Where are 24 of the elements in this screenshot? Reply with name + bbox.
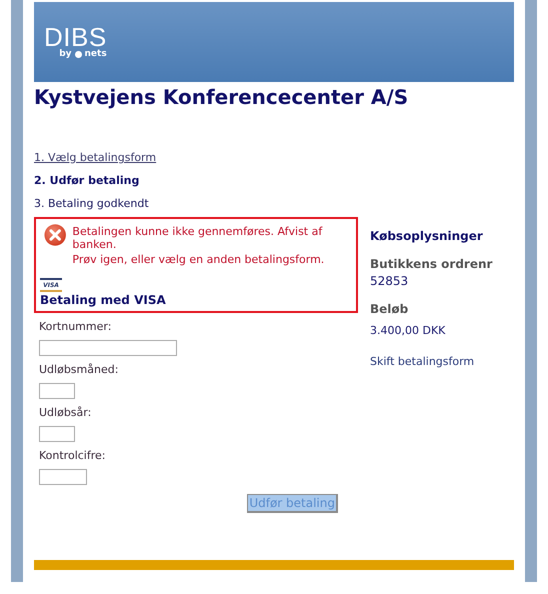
error-message: Prøv igen, eller vælg en anden betalingsform. [72,253,326,266]
step-link[interactable]: 1. Vælg betalingsform [34,151,156,165]
input-field[interactable] [39,383,75,399]
field-label: Kontrolcifre: [39,449,106,463]
input-field[interactable] [39,340,177,356]
order-label: Butikkens ordrenr [370,257,492,271]
section-title: Købsoplysninger [370,229,484,243]
field-label: Udløbsmåned: [39,363,120,377]
merchant-name: Kystvejens Konferencecenter A/S [34,85,410,109]
payment-method: Betaling med VISA [40,293,167,307]
step-label: 3. Betaling godkendt [34,197,149,211]
order-number: 52853 [370,274,410,288]
error-icon [44,223,66,247]
error-message: Betalingen kunne ikke gennemføres. Afvist af banken. [72,225,324,251]
step-label: 2. Udfør betaling [34,174,140,188]
amount-value: 3.400,00 DKK [370,324,446,337]
change-method-link[interactable]: Skift betalingsform [370,355,492,368]
input-field[interactable] [39,469,87,485]
logo: DIBS by nets [44,24,107,60]
amount-label: Beløb [370,302,410,316]
dot-icon [74,50,82,58]
field-label: Kortnummer: [39,320,112,334]
input-field[interactable] [39,426,75,442]
field-label: Udløbsår: [39,406,92,420]
